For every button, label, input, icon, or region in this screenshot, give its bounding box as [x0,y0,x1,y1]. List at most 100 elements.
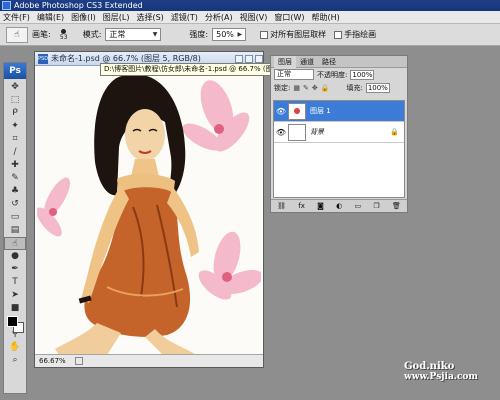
smudge-tool-icon[interactable]: ☝ [4,237,26,250]
maximize-button[interactable] [245,54,253,63]
clone-stamp-tool-icon[interactable]: ♣ [4,185,26,198]
fill-label: 填充: [346,83,363,92]
menu-layer[interactable]: 图层(L) [103,12,130,23]
layer-thumbnail [288,102,306,120]
menu-view[interactable]: 视图(V) [240,12,268,23]
pen-tool-icon[interactable]: ✒ [4,263,26,276]
menu-bar: 文件(F) 编辑(E) 图像(I) 图层(L) 选择(S) 滤镜(T) 分析(A… [0,11,500,24]
minimize-button[interactable] [235,54,243,63]
tab-layers[interactable]: 图层 [274,55,296,68]
photoshop-app-icon [2,1,11,10]
new-group-icon[interactable]: ▭ [355,202,362,210]
dodge-tool-icon[interactable]: ● [4,250,26,263]
lock-image-icon[interactable]: ✎ [303,84,309,92]
status-menu-button[interactable] [75,357,83,365]
eraser-tool-icon[interactable]: ▭ [4,211,26,224]
tab-channels[interactable]: 通道 [296,56,318,68]
add-mask-icon[interactable]: ◙ [317,202,324,210]
menu-filter[interactable]: 滤镜(T) [171,12,198,23]
opacity-label: 不透明度: [317,70,348,79]
strength-input[interactable]: 50% ▶ [212,28,247,41]
menu-image[interactable]: 图像(I) [71,12,96,23]
brush-picker[interactable]: 53 [55,27,73,43]
smudge-tool-icon: ☝ [14,29,20,40]
hand-tool-icon[interactable]: ✋ [4,341,26,354]
blend-mode-select[interactable]: 正常 [274,69,314,80]
lock-transparency-icon[interactable]: ▦ [293,84,300,92]
blend-mode-value: 正常 [277,70,291,78]
lock-icon: 🔒 [390,128,399,136]
sample-all-layers-checkbox[interactable]: 对所有图层取样 [260,29,326,40]
layers-panel: 图层 通道 路径 正常 不透明度: 100% 锁定: ▦ ✎ ✥ 🔒 填充: 1… [270,55,408,213]
image-canvas[interactable] [37,67,261,355]
menu-window[interactable]: 窗口(W) [274,12,304,23]
layers-panel-tabs: 图层 通道 路径 [271,55,407,68]
shape-tool-icon[interactable]: ■ [4,302,26,315]
tab-paths[interactable]: 路径 [318,56,340,68]
gradient-tool-icon[interactable]: ▤ [4,224,26,237]
fill-input[interactable]: 100% [365,82,390,93]
finger-painting-checkbox[interactable]: 手指绘画 [334,29,376,40]
eye-visibility-icon[interactable]: 👁 [274,128,288,137]
watermark-line2: www.Psjia.com [404,372,478,382]
checkbox-box [334,30,343,39]
move-tool-icon[interactable]: ✥ [4,81,26,94]
tool-preset-picker[interactable]: ☝ [6,26,28,43]
psd-file-icon: PSD [38,53,49,64]
app-title: Adobe Photoshop CS3 Extended [14,1,143,10]
eye-visibility-icon[interactable]: 👁 [274,107,288,116]
layer-row[interactable]: 👁 图层 1 [274,101,404,122]
delete-layer-icon[interactable]: 🗑 [392,202,401,210]
brush-tool-icon[interactable]: ✎ [4,172,26,185]
chevron-right-icon: ▶ [237,31,243,38]
link-layers-icon[interactable]: ⛓ [277,202,286,210]
layer-row[interactable]: 👁 背景 🔒 [274,122,404,143]
history-brush-tool-icon[interactable]: ↺ [4,198,26,211]
photoshop-logo: Ps [4,63,26,79]
adjustment-layer-icon[interactable]: ◐ [336,202,342,210]
document-status-bar: 66.67% [35,354,263,367]
checkbox-box [260,30,269,39]
menu-file[interactable]: 文件(F) [3,12,30,23]
close-button[interactable] [255,54,263,63]
layer-name: 背景 [310,128,324,136]
menu-edit[interactable]: 编辑(E) [37,12,64,23]
layers-panel-footer: ⛓ fx ◙ ◐ ▭ ❐ 🗑 [271,199,407,212]
layer-thumbnail [288,123,306,141]
artwork-image [37,74,261,355]
app-title-bar: Adobe Photoshop CS3 Extended [0,0,500,11]
crop-tool-icon[interactable]: ⌗ [4,133,26,146]
lock-position-icon[interactable]: ✥ [312,84,318,92]
layer-style-icon[interactable]: fx [298,202,305,210]
slice-tool-icon[interactable]: ∕ [4,146,26,159]
zoom-tool-icon[interactable]: ⌕ [4,354,26,367]
lock-all-icon[interactable]: 🔒 [321,84,330,92]
mode-value: 正常 [109,30,126,39]
menu-select[interactable]: 选择(S) [136,12,163,23]
finger-painting-label: 手指绘画 [344,30,377,39]
new-layer-icon[interactable]: ❐ [373,202,379,210]
marquee-tool-icon[interactable]: ⬚ [4,94,26,107]
lock-fill-row: 锁定: ▦ ✎ ✥ 🔒 填充: 100% [271,81,407,94]
toolbox: Ps ✥ ⬚ ᑭ ✦ ⌗ ∕ ✚ ✎ ♣ ↺ ▭ ▤ ☝ ● ✒ T ➤ ■ ▯… [3,62,27,394]
foreground-color-swatch[interactable] [7,316,18,327]
brush-size: 53 [59,33,68,41]
type-tool-icon[interactable]: T [4,276,26,289]
sample-all-layers-label: 对所有图层取样 [270,30,327,39]
watermark-line1: God.niko [404,361,455,372]
zoom-level[interactable]: 66.67% [39,357,71,365]
layer-name: 图层 1 [310,107,331,115]
options-bar: ☝ 画笔: 53 模式: 正常 ▼ 强度: 50% ▶ 对所有图层取样 手指绘画 [0,24,500,46]
menu-help[interactable]: 帮助(H) [312,12,340,23]
lasso-tool-icon[interactable]: ᑭ [4,107,26,120]
mode-label: 模式: [82,30,102,39]
path-selection-tool-icon[interactable]: ➤ [4,289,26,302]
mode-select[interactable]: 正常 ▼ [105,28,162,41]
chevron-down-icon: ▼ [152,31,158,38]
watermark: God.niko www.Psjia.com [404,361,498,398]
opacity-input[interactable]: 100% [350,69,375,80]
menu-analysis[interactable]: 分析(A) [205,12,233,23]
healing-brush-tool-icon[interactable]: ✚ [4,159,26,172]
magic-wand-tool-icon[interactable]: ✦ [4,120,26,133]
layer-list: 👁 图层 1 👁 背景 🔒 [273,100,405,198]
